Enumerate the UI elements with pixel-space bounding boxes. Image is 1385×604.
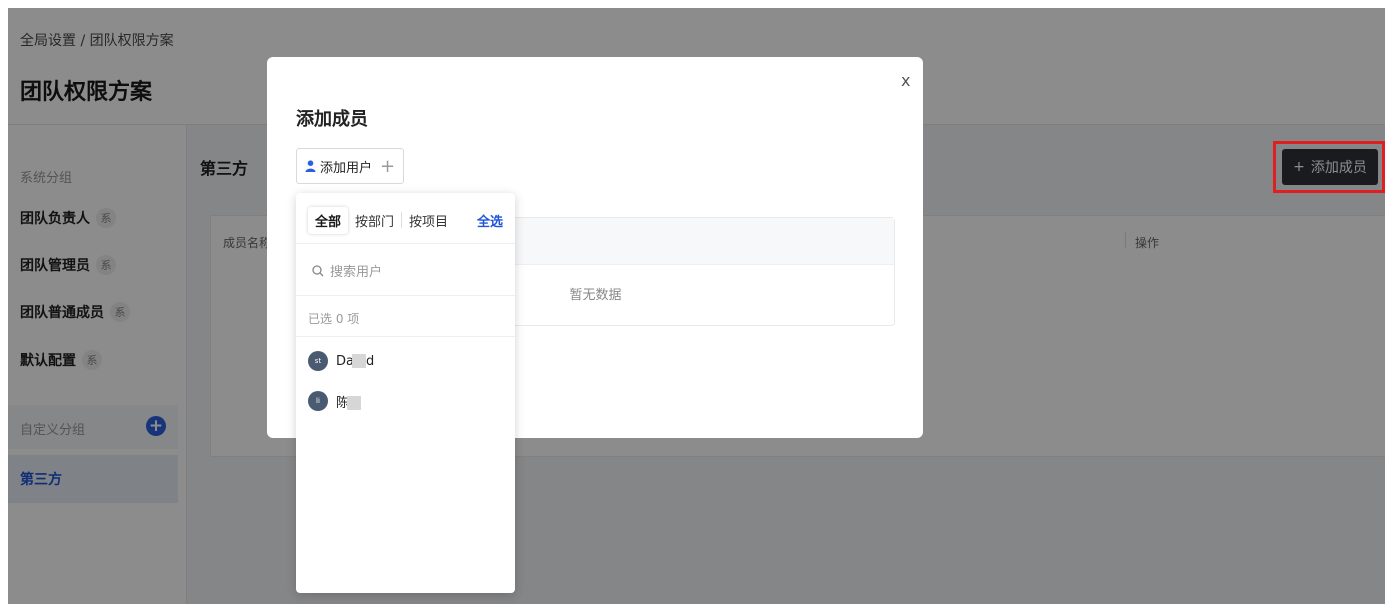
user-icon xyxy=(305,160,316,172)
redacted-block xyxy=(351,354,366,368)
modal-title: 添加成员 xyxy=(296,109,368,130)
divider xyxy=(296,243,515,244)
add-user-button[interactable]: 添加用户 + xyxy=(296,148,404,184)
tab-all[interactable]: 全部 xyxy=(308,206,349,234)
search-placeholder: 搜索用户 xyxy=(330,265,383,280)
close-icon[interactable]: x xyxy=(901,71,910,90)
divider xyxy=(296,336,515,337)
add-user-label: 添加用户 xyxy=(319,160,372,176)
user-name: Da d xyxy=(336,354,374,369)
redacted-block xyxy=(347,396,362,410)
selected-count: 已选 0 项 xyxy=(308,312,360,326)
search-icon xyxy=(312,264,324,276)
tab-by-project[interactable]: 按项目 xyxy=(402,207,455,234)
avatar: st xyxy=(308,351,328,371)
user-name-tail: d xyxy=(365,353,375,369)
avatar: li xyxy=(308,391,328,411)
plus-icon: + xyxy=(379,155,396,177)
user-name: 陈 xyxy=(336,392,362,411)
user-picker-dropdown: 全部 按部门 按项目 全选 搜索用户 已选 0 项 st Da d li 陈 xyxy=(296,193,515,593)
select-all-link[interactable]: 全选 xyxy=(477,211,503,230)
divider xyxy=(296,295,515,296)
search-input[interactable]: 搜索用户 xyxy=(312,261,382,280)
filter-tabs: 全部 按部门 按项目 全选 xyxy=(308,205,503,235)
list-item[interactable]: li 陈 xyxy=(308,391,362,411)
tab-by-department[interactable]: 按部门 xyxy=(348,207,401,234)
list-item[interactable]: st Da d xyxy=(308,351,374,371)
highlight-box xyxy=(1273,141,1385,193)
